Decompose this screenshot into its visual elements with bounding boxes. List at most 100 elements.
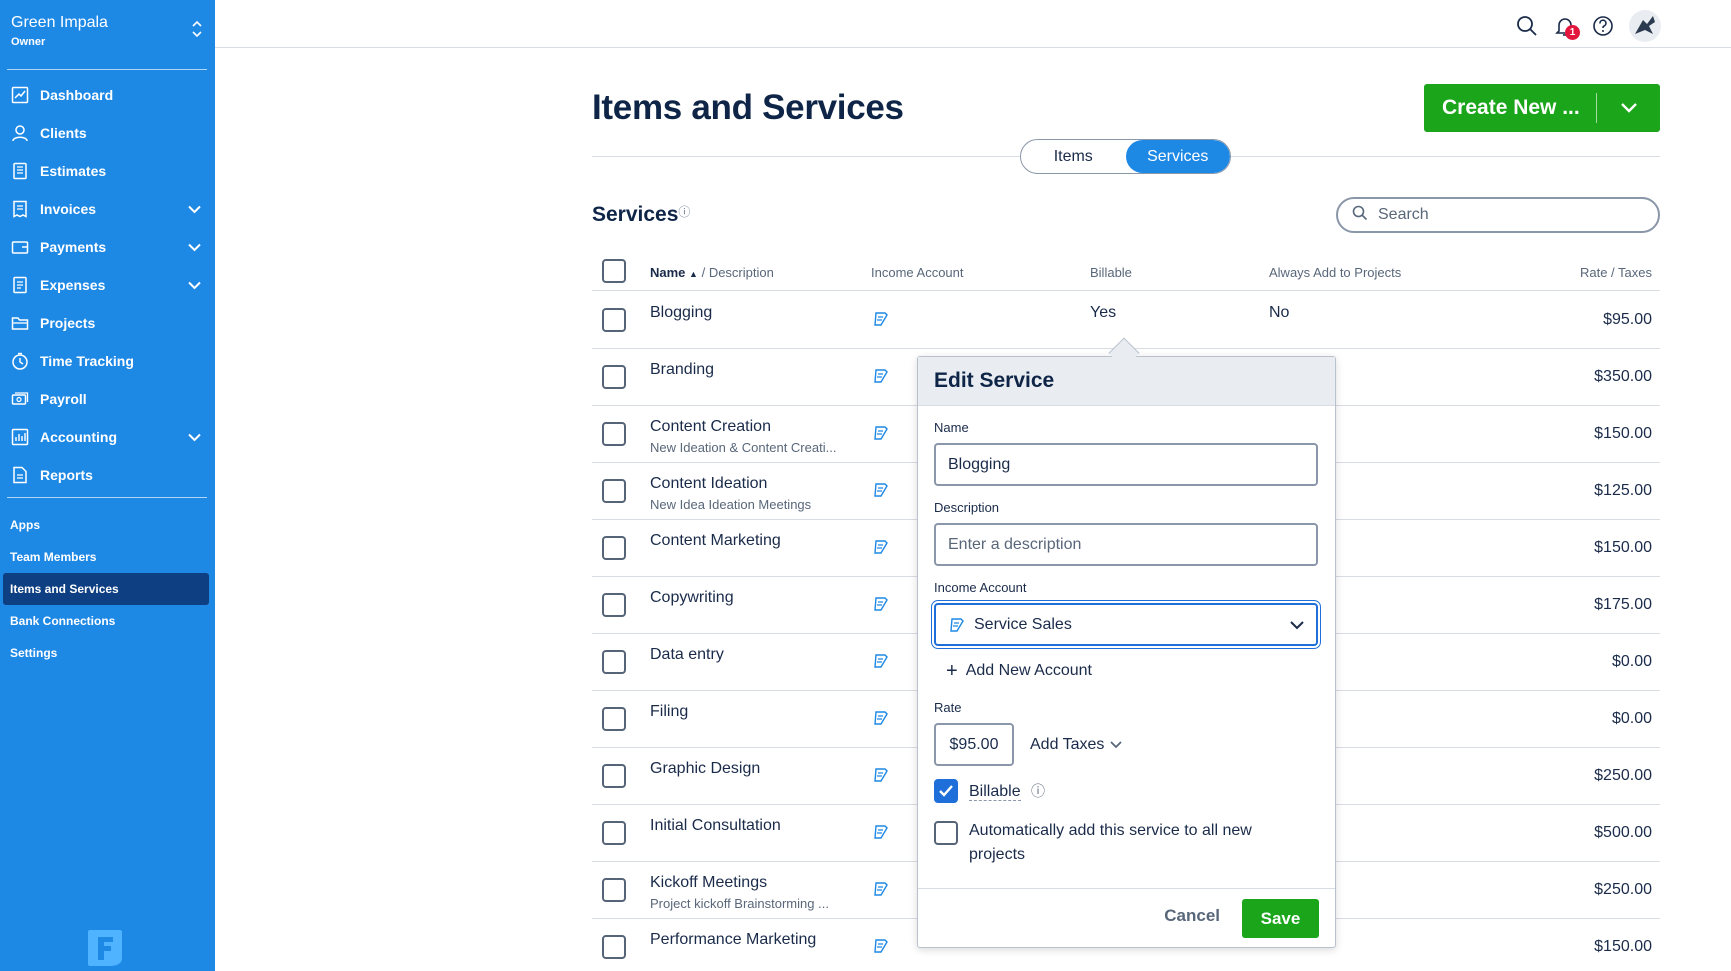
sidebar-item-payments[interactable]: Payments	[0, 228, 215, 266]
add-taxes-dropdown[interactable]: Add Taxes	[1030, 736, 1123, 754]
search-icon[interactable]	[1515, 14, 1539, 38]
billable-label: Billable	[969, 783, 1021, 801]
sidebar-item-time-tracking[interactable]: Time Tracking	[0, 342, 215, 380]
row-checkbox[interactable]	[602, 764, 626, 788]
items-services-toggle: Items Services	[1020, 139, 1231, 174]
row-checkbox[interactable]	[602, 593, 626, 617]
service-rate: $250.00	[1594, 881, 1652, 898]
column-header-always-add: Always Add to Projects	[1269, 265, 1402, 280]
save-button[interactable]: Save	[1242, 899, 1319, 938]
cancel-button[interactable]: Cancel	[1164, 906, 1220, 926]
sidebar-link-apps[interactable]: Apps	[0, 509, 215, 541]
row-checkbox[interactable]	[602, 479, 626, 503]
page-title: Items and Services	[592, 88, 904, 127]
service-rate: $150.00	[1594, 539, 1652, 556]
sidebar-link-bank-connections[interactable]: Bank Connections	[0, 605, 215, 637]
income-account-select[interactable]: Service Sales	[934, 603, 1318, 646]
sidebar-item-label: Estimates	[40, 163, 107, 179]
chevron-down-icon[interactable]	[188, 277, 201, 295]
clients-icon	[10, 123, 30, 143]
description-field[interactable]: Enter a description	[934, 523, 1318, 566]
row-checkbox[interactable]	[602, 935, 626, 959]
row-checkbox[interactable]	[602, 821, 626, 845]
row-checkbox[interactable]	[602, 650, 626, 674]
row-checkbox[interactable]	[602, 878, 626, 902]
service-name: Copywriting	[650, 589, 734, 606]
sidebar-item-reports[interactable]: Reports	[0, 456, 215, 494]
estimates-icon	[10, 161, 30, 181]
auto-add-checkbox[interactable]	[934, 821, 958, 845]
business-name: Green Impala	[11, 14, 108, 31]
help-icon[interactable]	[1591, 14, 1615, 38]
billable-value: Yes	[1090, 304, 1117, 321]
add-new-account-label: Add New Account	[965, 662, 1092, 679]
search-input[interactable]	[1378, 206, 1638, 224]
sidebar-link-items-and-services[interactable]: Items and Services	[3, 573, 209, 605]
projects-icon	[10, 313, 30, 333]
service-name: Content Creation	[650, 418, 771, 435]
row-checkbox[interactable]	[602, 707, 626, 731]
sidebar-item-estimates[interactable]: Estimates	[0, 152, 215, 190]
service-rate: $0.00	[1611, 710, 1652, 727]
always-add-value: No	[1269, 304, 1290, 321]
sidebar-item-invoices[interactable]: Invoices	[0, 190, 215, 228]
info-icon[interactable]: ⓘ	[678, 205, 690, 219]
name-field[interactable]: Blogging	[934, 443, 1318, 486]
reports-icon	[10, 465, 30, 485]
info-icon[interactable]: ⓘ	[1031, 783, 1045, 799]
table-header: Name ▲ / Description Income Account Bill…	[592, 257, 1660, 291]
popover-footer: Cancel Save	[918, 888, 1335, 947]
row-checkbox[interactable]	[602, 422, 626, 446]
rate-field[interactable]: $95.00	[934, 723, 1014, 766]
income-account-icon	[872, 709, 890, 732]
column-header-billable: Billable	[1090, 265, 1132, 280]
sidebar-item-label: Reports	[40, 467, 93, 483]
row-checkbox[interactable]	[602, 365, 626, 389]
checkmark-icon	[939, 785, 953, 797]
chevron-down-icon[interactable]	[188, 239, 201, 257]
service-name: Kickoff Meetings	[650, 874, 768, 891]
create-new-button[interactable]: Create New ...	[1424, 84, 1660, 132]
billable-checkbox[interactable]	[934, 779, 958, 803]
sidebar-item-dashboard[interactable]: Dashboard	[0, 76, 215, 114]
sidebar-divider	[7, 69, 207, 70]
sidebar-item-accounting[interactable]: Accounting	[0, 418, 215, 456]
service-name: Branding	[650, 361, 715, 378]
plus-icon: +	[946, 660, 958, 682]
secondary-nav: Apps Team Members Items and Services Bank C…	[0, 509, 215, 669]
sidebar-item-clients[interactable]: Clients	[0, 114, 215, 152]
income-account-label: Income Account	[934, 580, 1027, 595]
income-account-icon	[872, 595, 890, 618]
freshbooks-logo-icon	[86, 928, 124, 968]
sidebar-item-payroll[interactable]: Payroll	[0, 380, 215, 418]
business-switcher[interactable]: Green Impala Owner	[11, 14, 206, 54]
tab-services[interactable]: Services	[1125, 140, 1230, 173]
user-avatar[interactable]	[1629, 10, 1661, 42]
sidebar-item-expenses[interactable]: Expenses	[0, 266, 215, 304]
sidebar-item-projects[interactable]: Projects	[0, 304, 215, 342]
service-rate: $350.00	[1594, 368, 1652, 385]
switcher-chevrons-icon	[192, 20, 202, 40]
chevron-down-icon[interactable]	[188, 429, 201, 447]
billable-label-row: Billable ⓘ	[969, 779, 1045, 804]
invoices-icon	[10, 199, 30, 219]
sidebar-link-team-members[interactable]: Team Members	[0, 541, 215, 573]
tab-items[interactable]: Items	[1021, 140, 1126, 173]
chevron-down-icon[interactable]	[188, 201, 201, 219]
service-rate: $95.00	[1603, 311, 1652, 328]
edit-service-popover: Edit Service Name Blogging Description E…	[917, 356, 1336, 948]
row-checkbox[interactable]	[602, 308, 626, 332]
column-header-name[interactable]: Name ▲ / Description	[650, 265, 774, 280]
notifications-bell-icon[interactable]: 1	[1553, 14, 1580, 40]
sidebar-link-settings[interactable]: Settings	[0, 637, 215, 669]
add-new-account-link[interactable]: + Add New Account	[946, 661, 1092, 681]
sidebar-item-label: Accounting	[40, 429, 117, 445]
service-rate: $500.00	[1594, 824, 1652, 841]
select-all-checkbox[interactable]	[602, 259, 626, 283]
income-account-icon	[872, 424, 890, 447]
dashboard-icon	[10, 85, 30, 105]
chevron-down-icon[interactable]	[1597, 102, 1660, 114]
description-label: Description	[934, 500, 1000, 515]
row-checkbox[interactable]	[602, 536, 626, 560]
main-nav: Dashboard Clients Estimates Invoices Payment…	[0, 76, 215, 494]
